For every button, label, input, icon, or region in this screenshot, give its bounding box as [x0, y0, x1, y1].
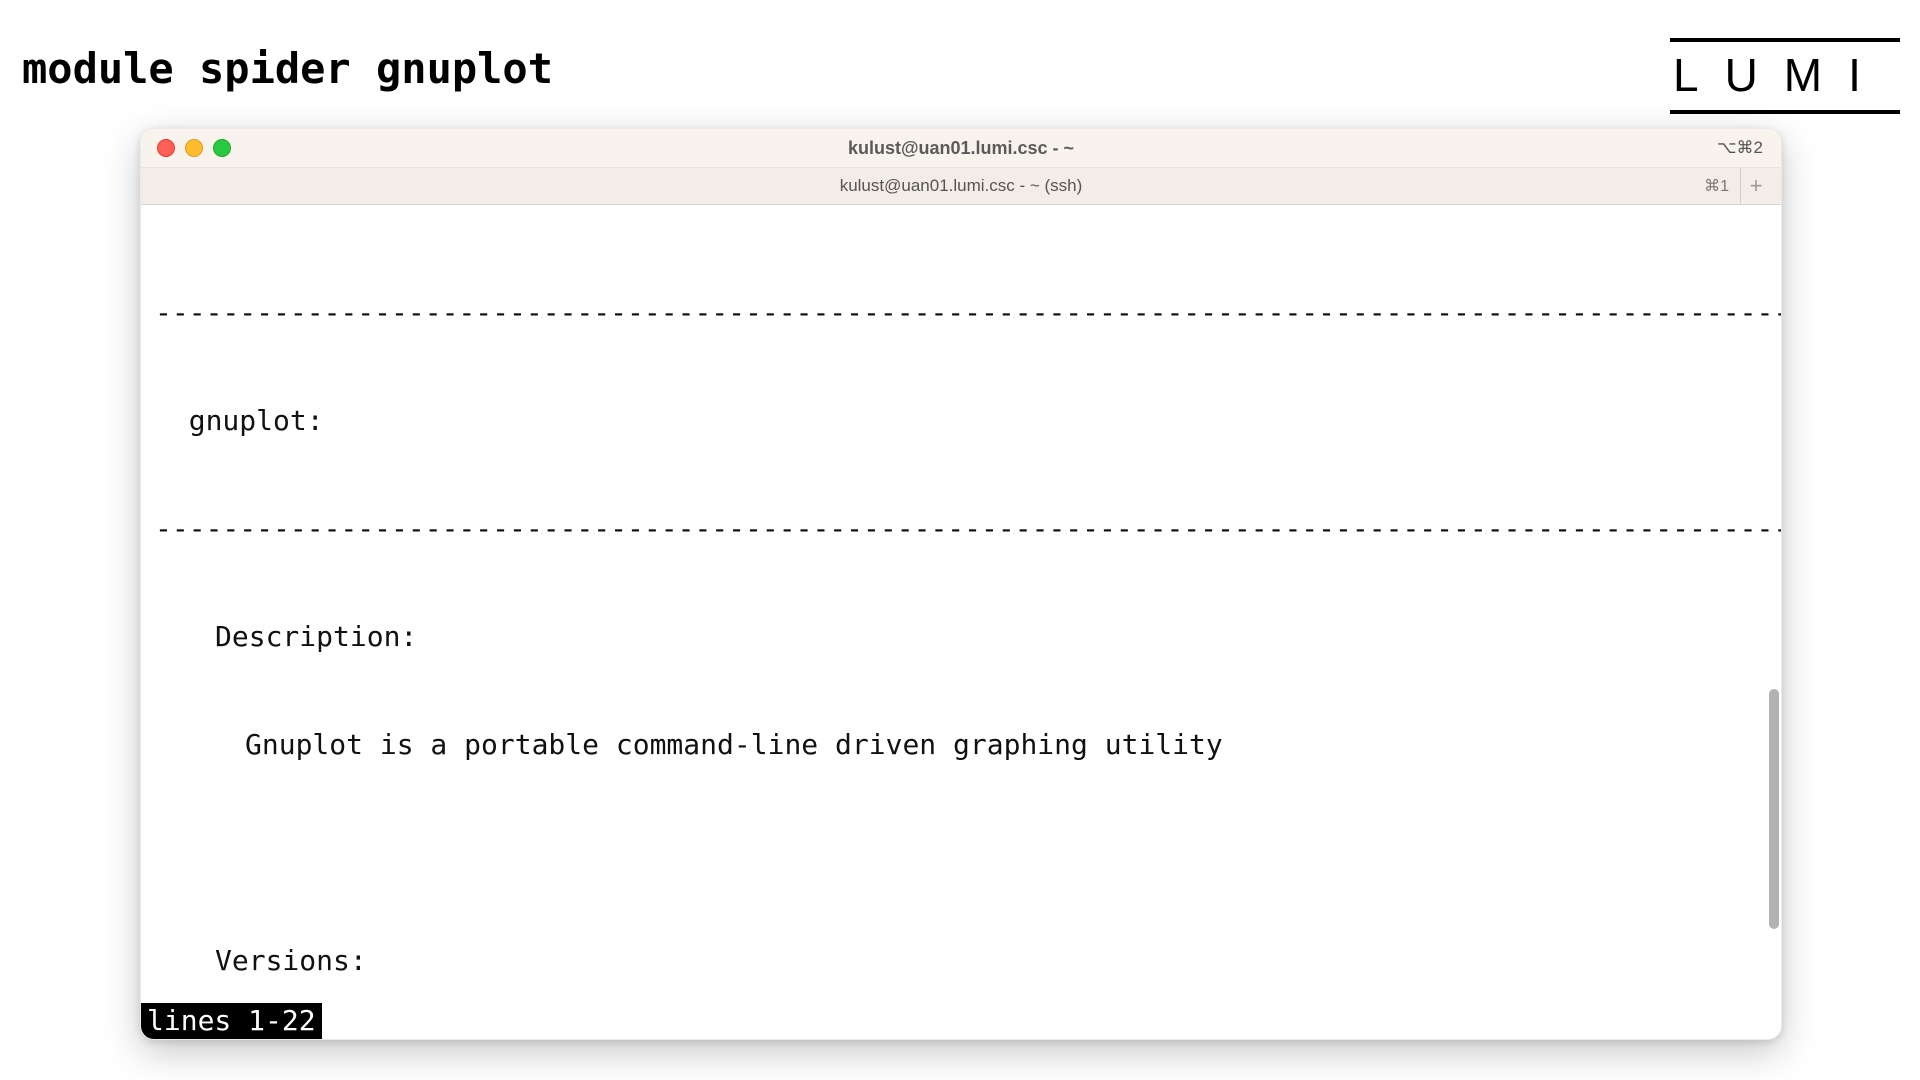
divider: ----------------------------------------… [141, 511, 1781, 547]
description-text: Gnuplot is a portable command-line drive… [141, 727, 1781, 763]
window-tabbar: kulust@uan01.lumi.csc - ~ (ssh) ⌘1 + [141, 168, 1781, 205]
slide-title: module spider gnuplot [22, 44, 553, 93]
logo-text: LUMI [1670, 52, 1900, 98]
minimize-icon[interactable] [185, 139, 203, 157]
tab-shortcut-hint: ⌘1 [1704, 176, 1729, 196]
window-titlebar: kulust@uan01.lumi.csc - ~ ⌥⌘2 [141, 129, 1781, 168]
scrollbar-thumb[interactable] [1769, 689, 1779, 929]
terminal-window: kulust@uan01.lumi.csc - ~ ⌥⌘2 kulust@uan… [140, 128, 1782, 1040]
blank-line [141, 835, 1781, 871]
window-shortcut-hint: ⌥⌘2 [1717, 138, 1763, 158]
divider: ----------------------------------------… [141, 295, 1781, 331]
versions-label: Versions: [141, 943, 1781, 979]
description-label: Description: [141, 619, 1781, 655]
new-tab-button[interactable]: + [1740, 168, 1771, 204]
pager-status: lines 1-22 [141, 1003, 322, 1039]
zoom-icon[interactable] [213, 139, 231, 157]
lumi-logo: LUMI [1670, 38, 1900, 114]
logo-bottom-bar [1670, 110, 1900, 114]
logo-top-bar [1670, 38, 1900, 42]
tab-title[interactable]: kulust@uan01.lumi.csc - ~ (ssh) [141, 176, 1781, 196]
window-traffic-lights [157, 139, 231, 157]
terminal-output[interactable]: ----------------------------------------… [141, 203, 1781, 1039]
module-name-heading: gnuplot: [141, 403, 1781, 439]
window-title: kulust@uan01.lumi.csc - ~ [141, 138, 1781, 159]
close-icon[interactable] [157, 139, 175, 157]
